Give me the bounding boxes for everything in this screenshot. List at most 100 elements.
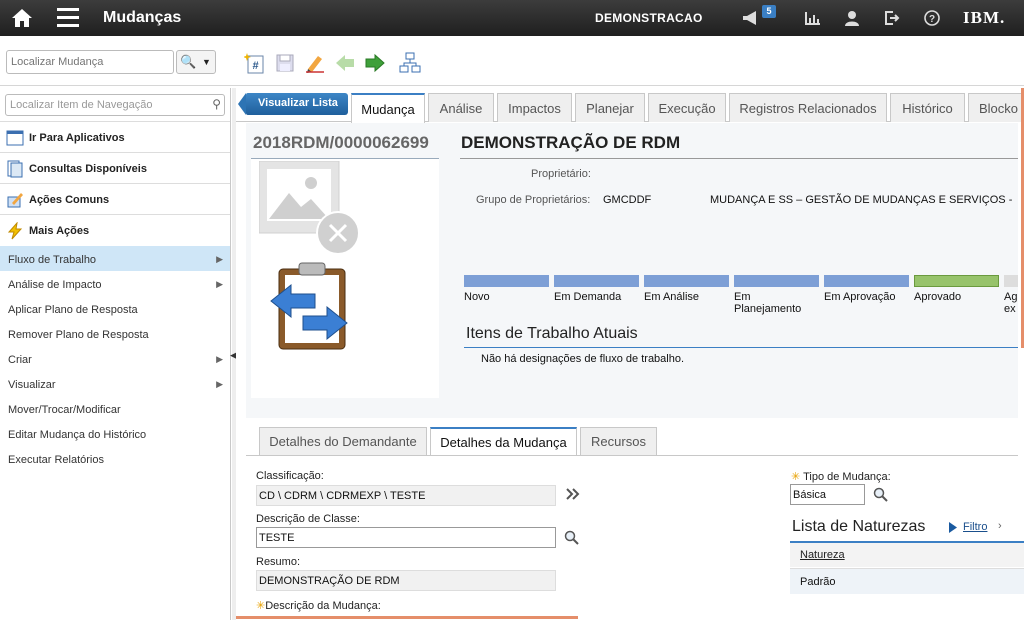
section-label: Mais Ações — [29, 225, 90, 237]
search-icon[interactable] — [564, 530, 579, 545]
list-view-button[interactable]: Visualizar Lista — [238, 93, 348, 115]
filter-link[interactable]: Filtro — [963, 521, 987, 533]
tab-execution[interactable]: Execução — [648, 93, 726, 122]
new-record-icon[interactable]: # — [244, 52, 266, 74]
subtab-requester-details[interactable]: Detalhes do Demandante — [259, 427, 427, 455]
section-label: Ações Comuns — [29, 194, 110, 206]
chevron-right-icon: ▶ — [216, 379, 223, 389]
nav-item-label: Aplicar Plano de Resposta — [8, 304, 138, 316]
stage-label: Em Aprovação — [824, 291, 896, 303]
class-description-label: Descrição de Classe: — [256, 513, 360, 525]
tab-plan[interactable]: Planejar — [575, 93, 645, 122]
menu-icon[interactable] — [57, 8, 79, 28]
nav-item-remove-response-plan[interactable]: Remover Plano de Resposta — [0, 321, 230, 346]
classification-field: CD \ CDRM \ CDRMEXP \ TESTE — [256, 485, 556, 506]
home-icon[interactable] — [10, 7, 34, 29]
detail-menu-icon[interactable] — [566, 488, 580, 500]
stage-awaiting-execution: Ag ex — [1004, 275, 1018, 315]
toolbar: 🔍 ▼ # — [0, 36, 1024, 86]
owner-label: Proprietário: — [531, 168, 591, 180]
change-type-label: ✳ Tipo de Mudança: — [791, 471, 891, 483]
chevron-right-icon: ▶ — [216, 254, 223, 264]
work-items-message: Não há designações de fluxo de trabalho. — [481, 353, 685, 365]
nav-item-label: Editar Mudança do Histórico — [8, 429, 147, 441]
section-label: Consultas Disponíveis — [29, 163, 147, 175]
stage-label: Em Planejamento — [734, 291, 802, 315]
nav-item-apply-response-plan[interactable]: Aplicar Plano de Resposta — [0, 296, 230, 321]
divider — [464, 347, 1018, 348]
stage-new: Novo — [464, 275, 549, 303]
tab-analysis[interactable]: Análise — [428, 93, 494, 122]
nav-item-label: Fluxo de Trabalho — [8, 254, 97, 266]
profile-icon[interactable] — [844, 10, 860, 26]
nav-item-label: Mover/Trocar/Modificar — [8, 404, 121, 416]
tab-history[interactable]: Histórico — [890, 93, 965, 122]
class-description-field[interactable]: TESTE — [256, 527, 556, 548]
summary-label: Resumo: — [256, 556, 301, 568]
search-icon[interactable]: ⚲ — [212, 97, 221, 111]
stage-label: Aprovado — [914, 291, 962, 303]
tab-block[interactable]: Blocko — [968, 93, 1024, 122]
nav-item-workflow[interactable]: Fluxo de Trabalho ▶ — [0, 246, 230, 271]
tab-related-records[interactable]: Registros Relacionados — [729, 93, 887, 122]
record-image-area — [251, 158, 439, 398]
svg-text:?: ? — [929, 14, 935, 25]
change-type-field[interactable]: Básica — [790, 484, 865, 505]
nav-item-edit-history[interactable]: Editar Mudança do Histórico — [0, 421, 230, 446]
more-actions-icon — [7, 222, 23, 240]
nav-item-impact-analysis[interactable]: Análise de Impacto ▶ — [0, 271, 230, 296]
filter-arrow-icon[interactable] — [948, 521, 958, 534]
tab-change[interactable]: Mudança — [351, 93, 425, 123]
next-record-icon[interactable] — [364, 52, 386, 74]
section-available-queries[interactable]: Consultas Disponíveis — [0, 152, 230, 183]
chevron-down-icon: ▼ — [202, 57, 211, 67]
clear-changes-icon[interactable] — [304, 52, 326, 74]
nav-item-view[interactable]: Visualizar ▶ — [0, 371, 230, 396]
record-title: DEMONSTRAÇÃO DE RDM — [461, 133, 681, 152]
app-title: Mudanças — [103, 9, 182, 26]
nav-item-label: Criar — [8, 354, 32, 366]
section-common-actions[interactable]: Ações Comuns — [0, 183, 230, 214]
search-icon[interactable] — [873, 487, 888, 502]
change-description-label: ✳Descrição da Mudança: — [256, 600, 381, 612]
workflow-icon[interactable] — [399, 52, 421, 74]
find-change-input[interactable] — [6, 50, 174, 74]
label-text: Descrição da Mudança: — [265, 600, 381, 612]
chevron-right-icon: ▶ — [216, 279, 223, 289]
nav-item-create[interactable]: Criar ▶ — [0, 346, 230, 371]
search-options-button[interactable]: 🔍 ▼ — [176, 50, 216, 74]
section-label: Ir Para Aplicativos — [29, 132, 125, 144]
stage-label: Em Análise — [644, 291, 700, 303]
user-label: DEMONSTRACAO — [595, 11, 703, 25]
table-row[interactable]: Padrão — [790, 568, 1024, 594]
chevron-right-icon[interactable]: › — [998, 520, 1002, 532]
nav-item-label: Executar Relatórios — [8, 454, 104, 466]
nav-item-move-swap-modify[interactable]: Mover/Trocar/Modificar — [0, 396, 230, 421]
label-text: Tipo de Mudança: — [803, 471, 891, 483]
nav-item-run-reports[interactable]: Executar Relatórios — [0, 446, 230, 471]
svg-text:#: # — [252, 60, 258, 72]
chevron-right-icon: ▶ — [216, 354, 223, 364]
tab-impacts[interactable]: Impactos — [497, 93, 572, 122]
help-icon[interactable]: ? — [924, 10, 940, 26]
subtab-change-details[interactable]: Detalhes da Mudança — [430, 427, 577, 455]
section-more-actions[interactable]: Mais Ações — [0, 214, 230, 245]
natures-title: Lista de Naturezas — [792, 518, 926, 535]
natures-column-header[interactable]: Natureza — [790, 541, 1024, 567]
owner-group-code: GMCDDF — [603, 194, 652, 206]
top-bar: Mudanças DEMONSTRACAO 5 ? IBM. — [0, 0, 1024, 36]
save-icon[interactable] — [274, 52, 296, 74]
nav-item-label: Visualizar — [8, 379, 56, 391]
subtab-resources[interactable]: Recursos — [580, 427, 657, 455]
stage-in-demand: Em Demanda — [554, 275, 639, 303]
nav-search-input[interactable]: Localizar Item de Navegação ⚲ — [5, 94, 225, 116]
image-placeholder-icon — [259, 161, 360, 255]
section-go-to-apps[interactable]: Ir Para Aplicativos — [0, 121, 230, 152]
previous-record-icon[interactable] — [334, 52, 356, 74]
owner-group-label: Grupo de Proprietários: — [476, 194, 591, 206]
reports-icon[interactable] — [805, 11, 821, 25]
queries-icon — [7, 160, 23, 178]
stage-in-approval: Em Aprovação — [824, 275, 909, 303]
megaphone-icon[interactable] — [742, 10, 760, 26]
logout-icon[interactable] — [884, 10, 900, 26]
